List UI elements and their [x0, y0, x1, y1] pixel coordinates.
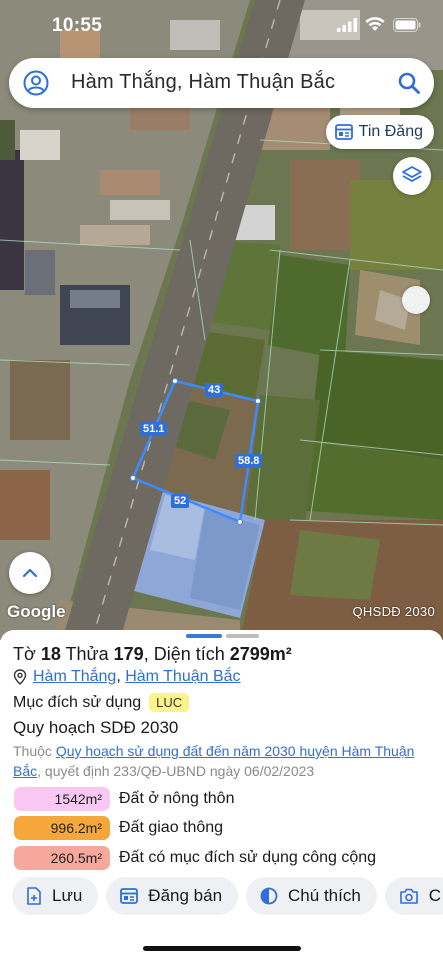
- parcel-location: Hàm Thắng, Hàm Thuận Bắc: [13, 668, 241, 686]
- post-for-sale-button[interactable]: Đăng bán: [106, 877, 239, 915]
- parcel-info-sheet[interactable]: Tờ 18 Thửa 179, Diện tích 2799m² Hàm Thắ…: [0, 630, 443, 960]
- status-icons: [337, 17, 421, 32]
- layers-button[interactable]: [393, 157, 431, 195]
- legend-label: Đất có mục đích sử dụng công cộng: [119, 849, 377, 866]
- scroll-up-button[interactable]: [9, 552, 51, 594]
- plot-number: 179: [113, 644, 144, 664]
- legend-button-label: Chú thích: [288, 886, 361, 905]
- camera-icon: [399, 888, 418, 904]
- plan-note: Thuộc Quy hoạch sử dụng đất đến năm 2030…: [13, 741, 433, 781]
- tin-dang-button[interactable]: Tin Đăng: [325, 115, 434, 149]
- capture-label: C: [428, 886, 442, 905]
- legend-button[interactable]: Chú thích: [246, 877, 377, 915]
- usage-code-badge: LUC: [149, 693, 190, 712]
- usage-row: Mục đích sử dụng LUC: [13, 693, 190, 712]
- tin-dang-label: Tin Đăng: [358, 123, 423, 140]
- legend-label: Đất ở nông thôn: [119, 790, 235, 807]
- plan-title: Quy hoạch SDĐ 2030: [13, 718, 179, 737]
- battery-icon: [393, 17, 421, 32]
- legend-item-public-use: 260.5m² Đất có mục đích sử dụng công cộn…: [14, 846, 376, 870]
- home-indicator[interactable]: [143, 946, 301, 951]
- status-bar: 10:55: [0, 0, 443, 50]
- signal-icon: [337, 17, 357, 32]
- save-label: Lưu: [52, 886, 83, 905]
- save-button[interactable]: Lưu: [12, 877, 99, 915]
- action-bar: Lưu Đăng bán Chú thích C: [12, 877, 443, 915]
- map-layer-label: QHSDĐ 2030: [352, 604, 435, 619]
- segment-label-bottom: 52: [171, 494, 190, 508]
- sheet-handle[interactable]: [186, 634, 259, 638]
- listing-icon: [334, 124, 353, 140]
- page-indicator-inactive: [226, 634, 259, 638]
- commune-link[interactable]: Hàm Thắng: [33, 668, 116, 686]
- location-pin-icon: [13, 669, 27, 685]
- parcel-area: 2799m²: [229, 644, 292, 664]
- sheet-number: 18: [40, 644, 61, 664]
- google-attribution: Google: [7, 602, 66, 621]
- sheet-prefix: Tờ: [13, 644, 36, 664]
- legend-item-transport: 996.2m² Đất giao thông: [14, 816, 223, 840]
- parcel-title: Tờ 18 Thửa 179, Diện tích 2799m²: [13, 644, 292, 665]
- area-prefix: , Diện tích: [143, 644, 225, 664]
- segment-label-right: 58.8: [235, 454, 263, 468]
- plot-prefix: Thửa: [65, 644, 109, 664]
- legend-area-chip: 996.2m²: [14, 816, 110, 840]
- wifi-icon: [365, 17, 385, 31]
- legend-area-chip: 260.5m²: [14, 846, 110, 870]
- contrast-icon: [260, 887, 278, 905]
- segment-label-left: 51.1: [140, 422, 168, 436]
- legend-item-rural-residential: 1542m² Đất ở nông thôn: [14, 787, 234, 811]
- legend-label: Đất giao thông: [119, 819, 224, 836]
- chevron-up-icon: [22, 568, 38, 578]
- legend-area-chip: 1542m²: [14, 787, 110, 811]
- status-time: 10:55: [52, 15, 103, 36]
- page-indicator-active: [186, 634, 222, 638]
- search-icon[interactable]: [397, 71, 421, 95]
- search-bar[interactable]: Hàm Thắng, Hàm Thuận Bắc: [9, 58, 434, 108]
- layers-icon: [402, 166, 422, 182]
- segment-label-top: 43: [205, 383, 224, 397]
- map-view[interactable]: 43 51.1 58.8 52 10:55 Hàm Thắng, Hàm Thu…: [0, 0, 443, 640]
- search-query[interactable]: Hàm Thắng, Hàm Thuận Bắc: [71, 71, 335, 94]
- usage-label: Mục đích sử dụng: [13, 693, 142, 711]
- note-suffix: , quyết định 233/QĐ-UBND ngày 06/02/2023: [37, 763, 315, 779]
- add-document-icon: [27, 887, 41, 905]
- listing-icon: [120, 888, 139, 904]
- map-drag-handle[interactable]: [402, 286, 430, 314]
- post-label: Đăng bán: [148, 886, 223, 905]
- capture-button[interactable]: C: [384, 877, 443, 915]
- note-prefix: Thuộc: [13, 743, 52, 759]
- district-link[interactable]: Hàm Thuận Bắc: [125, 668, 240, 686]
- account-icon[interactable]: [23, 70, 49, 96]
